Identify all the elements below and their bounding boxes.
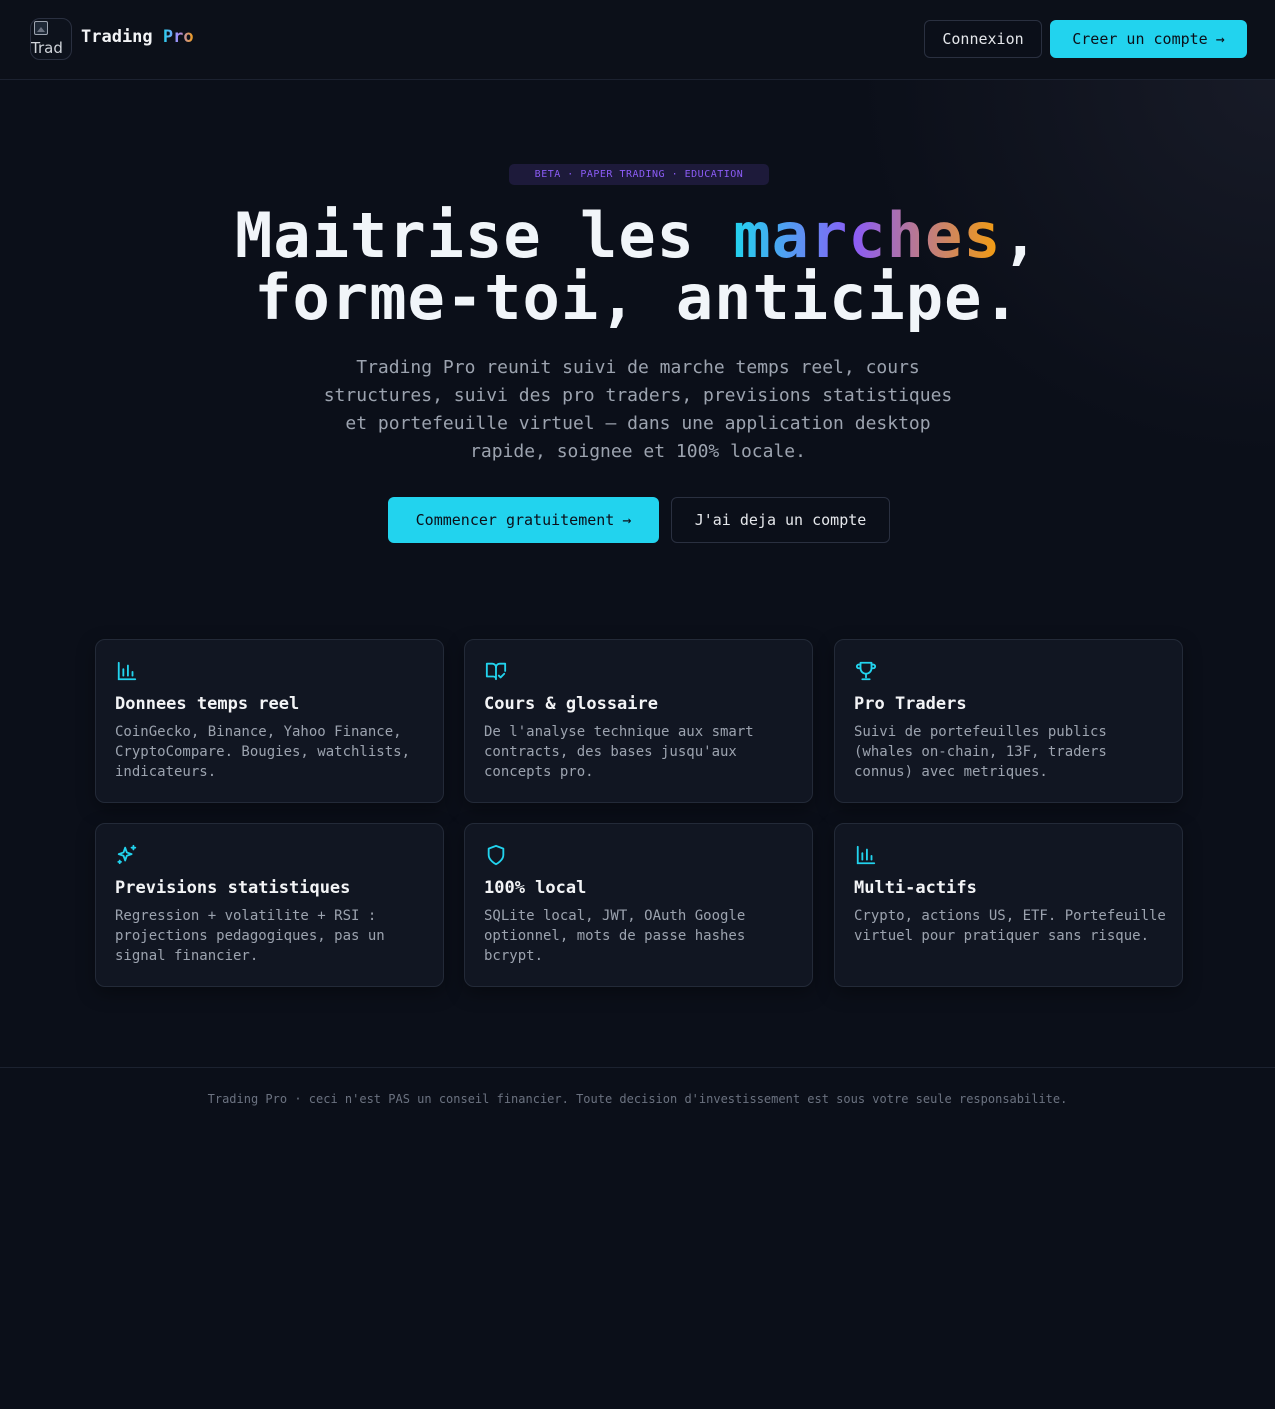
feature-title: Donnees temps reel bbox=[115, 694, 300, 714]
shield-icon bbox=[487, 844, 505, 866]
brand-accent: Pro bbox=[162, 27, 194, 47]
arrow-right-icon: → bbox=[1215, 30, 1225, 48]
feature-description: De l'analyse technique aux smart contrac… bbox=[484, 724, 754, 780]
login-button[interactable]: Connexion bbox=[924, 20, 1042, 58]
have-account-button[interactable]: J'ai deja un compte bbox=[671, 497, 890, 543]
signup-button[interactable]: Creer un compte → bbox=[1050, 20, 1247, 58]
bar-chart-icon bbox=[117, 661, 137, 681]
feature-title: Previsions statistiques bbox=[115, 878, 351, 898]
feature-description: Regression + volatilite + RSI : projecti… bbox=[115, 908, 385, 964]
feature-description: SQLite local, JWT, OAuth Google optionne… bbox=[484, 908, 746, 964]
broken-image-icon bbox=[34, 21, 48, 35]
feature-card: 100% local SQLite local, JWT, OAuth Goog… bbox=[464, 823, 813, 987]
beta-badge: BETA · PAPER TRADING · EDUCATION bbox=[509, 164, 769, 185]
app-logo[interactable]: Trad bbox=[30, 18, 72, 60]
footer-divider bbox=[0, 1067, 1275, 1068]
feature-card: Donnees temps reel CoinGecko, Binance, Y… bbox=[95, 639, 444, 803]
feature-card: Multi-actifs Crypto, actions US, ETF. Po… bbox=[834, 823, 1183, 987]
hero-title-line2: forme-toi, anticipe. bbox=[254, 261, 1021, 334]
feature-card: Cours & glossaire De l'analyse technique… bbox=[464, 639, 813, 803]
feature-title: 100% local bbox=[484, 878, 587, 898]
hero-description: Trading Pro reunit suivi de marche temps… bbox=[323, 357, 953, 462]
feature-title: Multi-actifs bbox=[854, 878, 977, 898]
feature-description: Suivi de portefeuilles publics (whales o… bbox=[854, 724, 1107, 780]
hero-title: Maitrise les marches, forme-toi, anticip… bbox=[0, 205, 1275, 329]
login-label: Connexion bbox=[942, 30, 1024, 48]
start-free-label: Commencer gratuitement bbox=[415, 511, 615, 529]
arrow-right-icon: → bbox=[622, 511, 632, 529]
have-account-label: J'ai deja un compte bbox=[694, 511, 867, 529]
signup-label: Creer un compte bbox=[1072, 30, 1208, 48]
book-check-icon bbox=[485, 662, 507, 681]
feature-card: Pro Traders Suivi de portefeuilles publi… bbox=[834, 639, 1183, 803]
brand-main: Trading bbox=[81, 27, 153, 47]
feature-description: CoinGecko, Binance, Yahoo Finance, Crypt… bbox=[115, 724, 411, 780]
start-free-button[interactable]: Commencer gratuitement → bbox=[388, 497, 659, 543]
sparkles-icon bbox=[117, 844, 137, 865]
bar-chart-icon bbox=[856, 845, 876, 865]
feature-title: Pro Traders bbox=[854, 694, 967, 714]
feature-card: Previsions statistiques Regression + vol… bbox=[95, 823, 444, 987]
top-nav: Trad Trading Pro Connexion Creer un comp… bbox=[0, 0, 1275, 80]
feature-description: Crypto, actions US, ETF. Portefeuille vi… bbox=[854, 908, 1166, 944]
feature-title: Cours & glossaire bbox=[484, 694, 658, 714]
footer-disclaimer: Trading Pro · ceci n'est PAS un conseil … bbox=[207, 1092, 1068, 1106]
trophy-icon bbox=[855, 661, 877, 681]
brand-name[interactable]: Trading Pro bbox=[81, 27, 194, 47]
logo-alt-text: Trad bbox=[31, 39, 63, 57]
